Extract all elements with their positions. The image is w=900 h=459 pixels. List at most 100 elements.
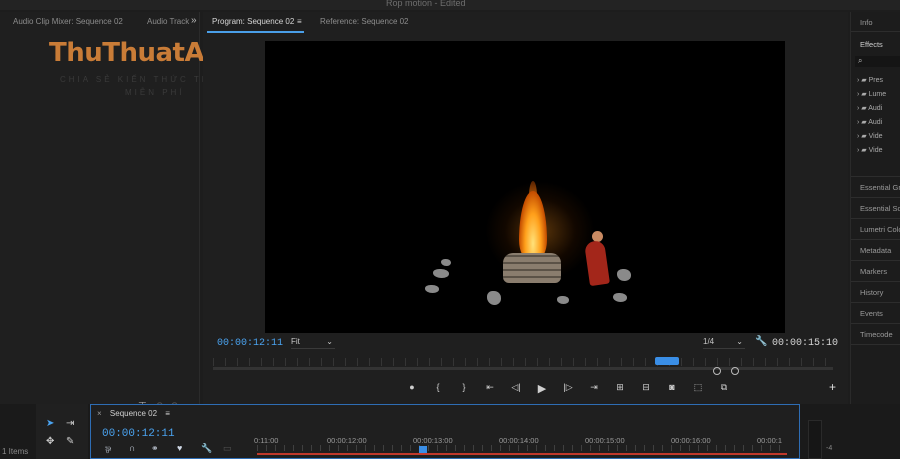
monitor-playhead[interactable]: [655, 357, 679, 365]
title-bar: Rop motion - Edited: [0, 0, 900, 10]
rock: [617, 269, 631, 281]
program-tab-row: Program: Sequence 02 ≡ Reference: Sequen…: [203, 12, 848, 33]
tree-item-presets[interactable]: › ▰ Pres: [857, 76, 883, 84]
ruler-label: 00:00:1: [757, 436, 783, 445]
tree-label: Lume: [868, 91, 887, 98]
captions-icon[interactable]: ▭: [223, 443, 232, 454]
divider: [851, 31, 900, 32]
linked-selection-icon[interactable]: ⚭: [151, 443, 159, 454]
panel-menu-icon[interactable]: ≡: [297, 17, 302, 26]
ruler-label: 00:00:15:00: [585, 436, 625, 445]
zoom-level-value: Fit: [291, 337, 300, 346]
lift-icon[interactable]: ⬚: [685, 382, 711, 395]
tab-essential-graphics[interactable]: Essential Gr: [860, 183, 900, 192]
tab-program-sequence[interactable]: Program: Sequence 02: [212, 17, 294, 26]
rock: [613, 293, 627, 302]
in-point-icon[interactable]: {: [425, 382, 451, 395]
audio-meter: [808, 420, 822, 459]
tab-info[interactable]: Info: [860, 18, 873, 27]
insert-icon[interactable]: ⊞: [607, 382, 633, 395]
ruler-label: 00:00:13:00: [413, 436, 453, 445]
tab-events[interactable]: Events: [860, 309, 883, 318]
tab-effects[interactable]: Effects: [860, 40, 883, 49]
extract-icon[interactable]: ⧉: [711, 382, 737, 395]
export-frame-icon[interactable]: ◙: [659, 382, 685, 395]
tree-label: Pres: [868, 77, 884, 84]
timeline-tab[interactable]: × Sequence 02 ≡: [97, 409, 170, 418]
program-monitor: Program: Sequence 02 ≡ Reference: Sequen…: [203, 12, 848, 404]
tab-reference-sequence[interactable]: Reference: Sequence 02: [320, 17, 409, 26]
tab-lumetri-color[interactable]: Lumetri Colo: [860, 225, 900, 234]
divider: [851, 344, 900, 345]
tree-item-audio-transitions[interactable]: › ▰ Audi: [857, 118, 882, 126]
step-back-icon[interactable]: ◁|: [503, 382, 529, 395]
render-status-bar: [257, 453, 787, 455]
zoom-handle-left[interactable]: [713, 367, 721, 375]
tools-panel: ➤ ⇥ ✥ ✎: [36, 404, 88, 459]
tree-item-video-transitions[interactable]: › ▰ Vide: [857, 146, 883, 154]
tree-item-audio-effects[interactable]: › ▰ Audi: [857, 104, 882, 112]
tree-label: Vide: [868, 133, 883, 140]
timeline-settings-icon[interactable]: 🔧: [201, 443, 212, 454]
button-editor-plus-button[interactable]: +: [829, 380, 836, 394]
tree-label: Audi: [868, 119, 883, 126]
ripple-edit-tool-icon[interactable]: ✥: [46, 436, 54, 447]
ruler-label: 00:00:14:00: [499, 436, 539, 445]
zoom-level-select[interactable]: Fit ⌄: [291, 337, 335, 349]
project-items-count: 1 Items: [2, 447, 29, 456]
divider: [851, 218, 900, 219]
tab-markers[interactable]: Markers: [860, 267, 887, 276]
tree-item-video-effects[interactable]: › ▰ Vide: [857, 132, 883, 140]
monk-figure: [584, 239, 610, 287]
close-icon[interactable]: ×: [97, 409, 102, 418]
tree-label: Audi: [868, 105, 883, 112]
watermark-subtitle-2: MIỄN PHÍ: [125, 88, 185, 97]
overwrite-icon[interactable]: ⊟: [633, 382, 659, 395]
marker-icon[interactable]: ●: [399, 382, 425, 395]
effects-search-input[interactable]: ⌕: [855, 56, 900, 67]
tree-label: Vide: [868, 147, 883, 154]
rock: [425, 285, 439, 293]
track-select-tool-icon[interactable]: ⇥: [66, 418, 74, 429]
wrench-icon[interactable]: 🔧: [755, 336, 767, 347]
panel-menu-icon[interactable]: ≡: [165, 409, 170, 418]
tree-item-lumetri[interactable]: › ▰ Lume: [857, 90, 886, 98]
resolution-value: 1/4: [703, 337, 715, 346]
ruler-label: 00:00:16:00: [671, 436, 711, 445]
step-forward-icon[interactable]: |▷: [555, 382, 581, 395]
timeline-timecode[interactable]: 00:00:12:11: [102, 428, 175, 440]
tab-history[interactable]: History: [860, 288, 883, 297]
rock: [487, 291, 501, 305]
tab-metadata[interactable]: Metadata: [860, 246, 891, 255]
divider: [851, 239, 900, 240]
divider: [851, 176, 900, 177]
tab-audio-clip-mixer[interactable]: Audio Clip Mixer: Sequence 02: [13, 17, 123, 26]
snap-icon[interactable]: ∩: [129, 443, 135, 453]
active-tab-indicator: [207, 31, 304, 33]
go-to-in-icon[interactable]: ⇤: [477, 382, 503, 395]
search-icon: ⌕: [858, 56, 863, 65]
play-icon[interactable]: ▶: [529, 382, 555, 395]
divider: [851, 197, 900, 198]
tab-timecode[interactable]: Timecode: [860, 330, 893, 339]
divider: [851, 323, 900, 324]
rock: [557, 296, 569, 304]
chevron-double-right-icon[interactable]: »: [191, 15, 197, 26]
razor-tool-icon[interactable]: ✎: [66, 436, 74, 447]
go-to-out-icon[interactable]: ⇥: [581, 382, 607, 395]
selection-tool-icon[interactable]: ➤: [46, 418, 54, 429]
app-title: Rop motion - Edited: [386, 0, 466, 8]
nest-icon[interactable]: ⅌: [105, 443, 111, 456]
out-point-icon[interactable]: }: [451, 382, 477, 395]
monitor-time-ruler[interactable]: [213, 358, 833, 366]
add-marker-icon[interactable]: ♥: [177, 443, 182, 453]
playhead-timecode[interactable]: 00:00:12:11: [217, 338, 283, 349]
monitor-scrub-bar[interactable]: [213, 367, 833, 370]
tab-audio-track-mixer[interactable]: Audio Track: [147, 17, 189, 26]
video-preview[interactable]: [265, 41, 785, 333]
zoom-handle-right[interactable]: [731, 367, 739, 375]
timeline-ruler[interactable]: [257, 445, 787, 451]
tab-essential-sound[interactable]: Essential So: [860, 204, 900, 213]
transport-controls: ● { } ⇤ ◁| ▶ |▷ ⇥ ⊞ ⊟ ◙ ⬚ ⧉: [399, 382, 737, 395]
playback-resolution-select[interactable]: 1/4 ⌄: [703, 337, 745, 349]
